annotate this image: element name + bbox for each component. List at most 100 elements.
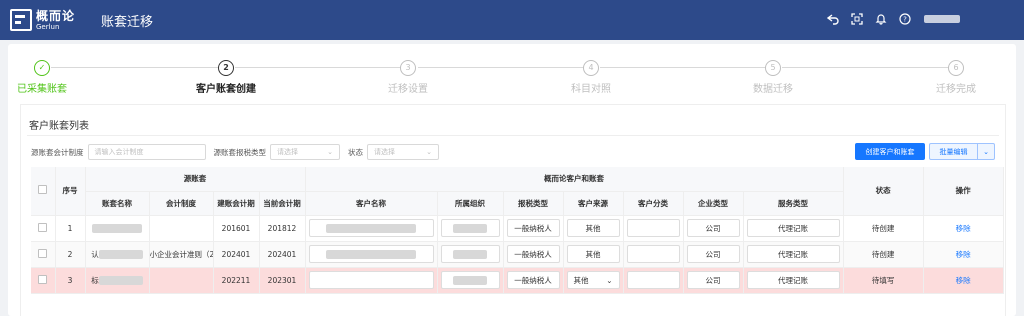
step-label: 客户账套创建 [196, 84, 256, 95]
header-customer-category: 客户分类 [623, 191, 684, 216]
book-name-cell [85, 215, 150, 242]
company-type-select[interactable]: 公司 [686, 219, 740, 237]
seq-cell: 2 [55, 241, 86, 268]
customer-source-select[interactable]: 其他 ⌄ [566, 271, 620, 289]
step-2: 2 客户账套创建 [176, 58, 276, 95]
chevron-down-icon: ⌄ [327, 148, 333, 156]
source-system-label: 源账套会计制度 [31, 147, 84, 157]
step-label: 数据迁移 [753, 84, 793, 95]
step-4: 4 科目对照 [541, 58, 641, 95]
start-period-cell: 201601 [213, 215, 260, 242]
logo-name: 概而论 [36, 8, 76, 23]
customer-book-list: 客户账套列表 源账套会计制度 请输入会计制度 源账套报税类型 请选择 ⌄ 状态 … [20, 104, 1006, 316]
select-all-checkbox[interactable] [38, 185, 48, 195]
header-status: 状态 [843, 167, 924, 216]
step-6: 6 迁移完成 [906, 58, 1006, 95]
logo-mark-icon [10, 9, 32, 31]
step-1: ✓ 已采集账套 [0, 58, 92, 95]
header-company-type: 企业类型 [683, 191, 744, 216]
row-checkbox[interactable] [38, 222, 48, 232]
user-name[interactable] [924, 15, 960, 23]
service-type-select[interactable]: 代理记账 [746, 271, 840, 289]
tax-type-label: 源账套报税类型 [213, 147, 267, 157]
customer-source-select[interactable]: 其他 [566, 245, 620, 263]
org-select[interactable] [440, 271, 500, 289]
table-row: 1 201601 201812 一般纳税人 其他 公司 代理记账 待创建 移除 [31, 215, 1004, 242]
redacted-text [92, 223, 142, 233]
section-title: 客户账套列表 [29, 121, 89, 132]
header-seq: 序号 [55, 167, 86, 216]
customer-book-table: 序号 源账套 概而论客户和账套 状态 操作 账套名称 会计制度 建账会计期 当前… [31, 167, 1004, 294]
step-number: 2 [218, 60, 234, 76]
chevron-down-icon: ⌄ [606, 275, 613, 285]
help-icon[interactable]: ? [898, 12, 912, 26]
tax-type-cell-select[interactable]: 一般纳税人 [506, 219, 560, 237]
accounting-system-cell [149, 267, 214, 294]
header-toolbar: ? [826, 12, 960, 26]
row-checkbox[interactable] [38, 274, 48, 284]
customer-category-select[interactable] [626, 245, 680, 263]
header-operation: 操作 [923, 167, 1004, 216]
step-number: 5 [765, 60, 781, 76]
company-type-select[interactable]: 公司 [686, 245, 740, 263]
customer-name-input[interactable] [308, 271, 434, 289]
remove-link[interactable]: 移除 [956, 224, 971, 233]
header-customer-name: 客户名称 [305, 191, 438, 216]
service-type-select[interactable]: 代理记账 [746, 219, 840, 237]
top-header: 概而论 Gerlun 账套迁移 ? [0, 0, 1024, 40]
tax-type-cell-select[interactable]: 一般纳税人 [506, 245, 560, 263]
brand-logo[interactable]: 概而论 Gerlun [10, 9, 75, 31]
batch-edit-label[interactable]: 批量编辑 [930, 144, 978, 159]
step-number: 4 [583, 60, 599, 76]
status-label: 状态 [348, 147, 363, 157]
current-period-cell: 202301 [259, 267, 306, 294]
redacted-text [453, 275, 487, 285]
org-select[interactable] [440, 245, 500, 263]
header-group-target: 概而论客户和账套 [305, 167, 844, 192]
status-cell: 待创建 [843, 241, 924, 268]
remove-link[interactable]: 移除 [956, 250, 971, 259]
header-start-period: 建账会计期 [213, 191, 260, 216]
status-select[interactable]: 请选择 ⌄ [367, 144, 439, 160]
divider [27, 135, 999, 136]
accounting-system-cell: 小企业会计准则（2( [149, 241, 214, 268]
row-checkbox[interactable] [38, 248, 48, 258]
fullscreen-icon[interactable] [850, 12, 864, 26]
customer-category-select[interactable] [626, 271, 680, 289]
main-panel: ✓ 已采集账套 2 客户账套创建 3 迁移设置 4 科目对照 5 数据迁移 6 … [8, 44, 1016, 316]
org-select[interactable] [440, 219, 500, 237]
service-type-select[interactable]: 代理记账 [746, 245, 840, 263]
current-period-cell: 201812 [259, 215, 306, 242]
create-customer-button[interactable]: 创建客户和账套 [855, 143, 925, 160]
tax-type-select[interactable]: 请选择 ⌄ [270, 144, 340, 160]
accounting-system-cell [149, 215, 214, 242]
chevron-down-icon: ⌄ [426, 148, 432, 156]
tax-type-cell-select[interactable]: 一般纳税人 [506, 271, 560, 289]
customer-category-select[interactable] [626, 219, 680, 237]
header-tax-type: 报税类型 [503, 191, 564, 216]
header-service-type: 服务类型 [743, 191, 844, 216]
select-all-cell [31, 167, 56, 216]
header-group-source: 源账套 [85, 167, 306, 192]
app-title: 账套迁移 [101, 14, 154, 30]
step-label: 已采集账套 [17, 84, 67, 95]
step-label: 迁移完成 [936, 84, 976, 95]
svg-text:?: ? [903, 16, 907, 24]
batch-edit-button[interactable]: 批量编辑 ⌄ [929, 143, 995, 160]
header-book-name: 账套名称 [85, 191, 150, 216]
step-label: 科目对照 [571, 84, 611, 95]
seq-cell: 1 [55, 215, 86, 242]
customer-name-input[interactable] [308, 219, 434, 237]
company-type-select[interactable]: 公司 [686, 271, 740, 289]
logo-subname: Gerlun [36, 22, 60, 31]
header-customer-source: 客户来源 [563, 191, 624, 216]
back-icon[interactable] [826, 12, 840, 26]
header-org: 所属组织 [437, 191, 504, 216]
customer-name-input[interactable] [308, 245, 434, 263]
source-system-input[interactable]: 请输入会计制度 [87, 144, 206, 160]
remove-link[interactable]: 移除 [956, 276, 971, 285]
chevron-down-icon[interactable]: ⌄ [978, 148, 994, 156]
table-row: 3 标 202211 202301 一般纳税人 其他⌄ 公司 代理记账 待填写 [31, 267, 1004, 294]
bell-icon[interactable] [874, 12, 888, 26]
customer-source-select[interactable]: 其他 [566, 219, 620, 237]
